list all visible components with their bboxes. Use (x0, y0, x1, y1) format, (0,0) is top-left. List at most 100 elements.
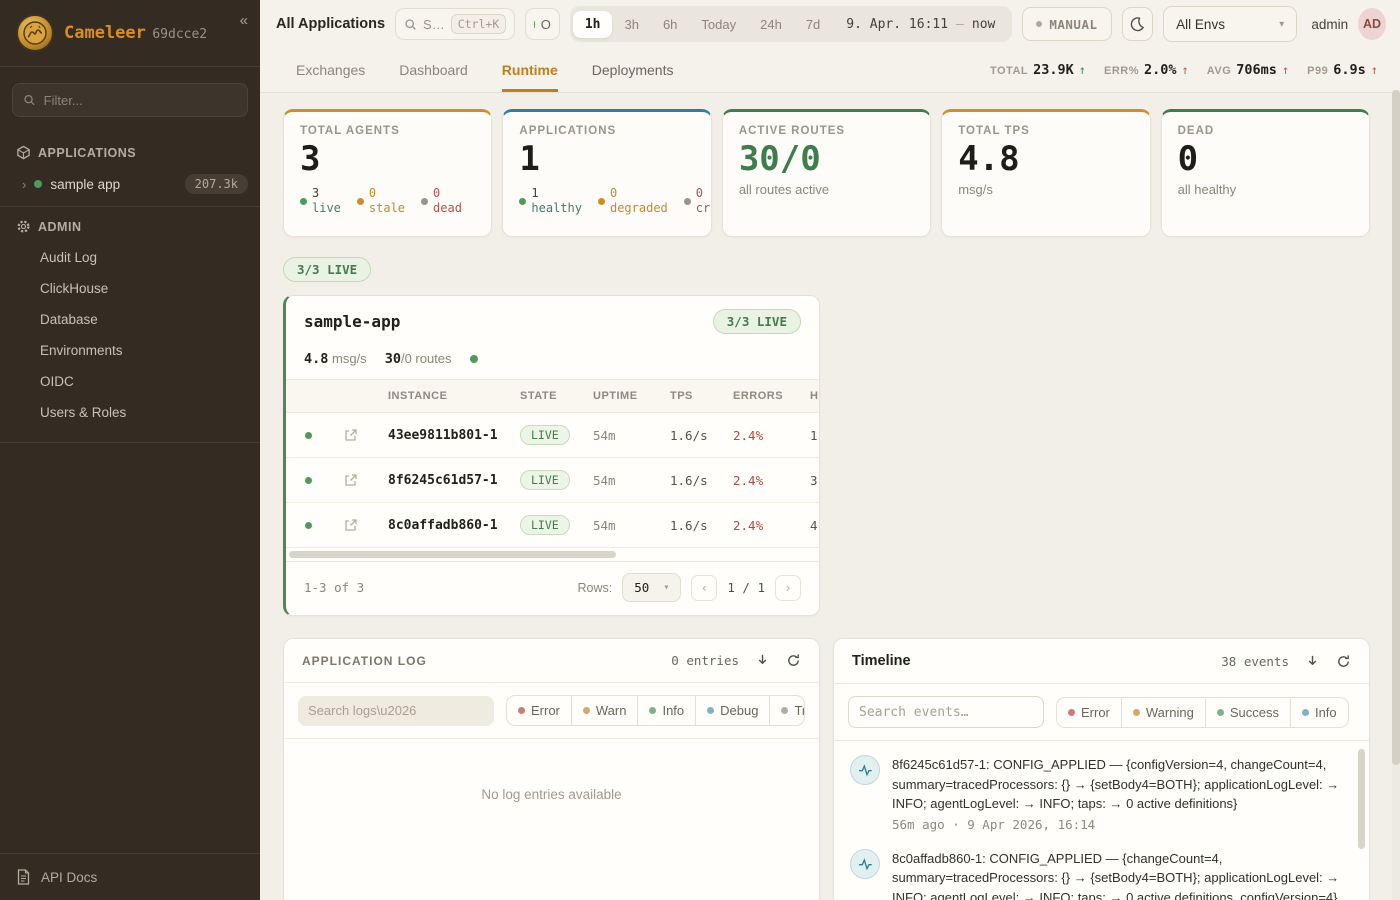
tab-dashboard[interactable]: Dashboard (399, 48, 468, 92)
timeline-toolbar: Error Warning Success Info (834, 684, 1369, 741)
external-link-icon[interactable] (344, 473, 358, 487)
tab-runtime[interactable]: Runtime (502, 48, 558, 92)
table-row[interactable]: 8f6245c61d57-1 LIVE 54m 1.6/s 2.4% 3 (286, 458, 819, 503)
filter-chip-warning[interactable]: Warning (1121, 698, 1205, 727)
prev-page-button[interactable]: ‹ (691, 575, 717, 601)
time-range-1h[interactable]: 1h (573, 11, 613, 38)
trend-up-icon: ↑ (1282, 63, 1289, 77)
col-extra: H (810, 390, 819, 402)
app-logo (16, 14, 54, 52)
tps-cell: 1.6/s (670, 428, 733, 443)
degraded-dot (598, 198, 605, 205)
instance-id[interactable]: 8f6245c61d57-1 (388, 473, 520, 488)
sidebar-filter-input[interactable] (44, 93, 237, 108)
filter-chip-trace[interactable]: Trace (769, 696, 805, 725)
timeline-panel: Timeline 38 events Error Warning Success… (833, 638, 1370, 900)
filter-chip-error[interactable]: Error (1057, 698, 1121, 727)
chevron-right-icon[interactable]: › (22, 177, 26, 192)
sidebar-item-environments[interactable]: Environments (0, 335, 260, 366)
tabbar: Exchanges Dashboard Runtime Deployments … (260, 48, 1400, 93)
uptime-cell: 54m (593, 473, 670, 488)
log-search-input[interactable] (298, 696, 494, 726)
sidebar-item-clickhouse[interactable]: ClickHouse (0, 273, 260, 304)
tabs: Exchanges Dashboard Runtime Deployments (296, 48, 673, 92)
log-level-filters: Error Warn Info Debug Trace (506, 695, 805, 726)
external-link-icon[interactable] (344, 428, 358, 442)
brand-title: Cameleer (64, 23, 146, 43)
tab-deployments[interactable]: Deployments (592, 48, 674, 92)
pulse-icon (850, 755, 880, 785)
col-state: STATE (520, 390, 593, 402)
filter-chip-success[interactable]: Success (1205, 698, 1290, 727)
horizontal-scrollbar-thumb[interactable] (289, 551, 616, 558)
next-page-button[interactable]: › (775, 575, 801, 601)
instance-id[interactable]: 43ee9811b801-1 (388, 428, 520, 443)
applications-section-label: APPLICATIONS (38, 146, 136, 160)
applications-section-header: APPLICATIONS (0, 133, 260, 168)
filter-chip-debug[interactable]: Debug (695, 696, 769, 725)
stat-total: TOTAL 23.9K ↑ (990, 62, 1086, 78)
sidebar-item-oidc[interactable]: OIDC (0, 366, 260, 397)
global-search-text: S… (423, 17, 445, 32)
page-scrollbar[interactable] (1392, 90, 1400, 900)
stale-dot (357, 198, 364, 205)
page-scrollbar-thumb[interactable] (1392, 90, 1400, 765)
time-range-6h[interactable]: 6h (651, 11, 689, 38)
sidebar-item-audit-log[interactable]: Audit Log (0, 242, 260, 273)
sidebar-filter[interactable] (12, 83, 248, 117)
timeline-scrollbar-thumb[interactable] (1358, 749, 1365, 849)
global-search[interactable]: S… Ctrl+K (395, 8, 515, 40)
stat-value: 706ms (1236, 62, 1277, 78)
refresh-icon[interactable] (1336, 654, 1351, 669)
state-badge: LIVE (520, 425, 570, 445)
app-routes-suffix: /0 routes (401, 351, 452, 366)
external-link-icon[interactable] (344, 518, 358, 532)
connection-status-pill[interactable]: O (525, 8, 560, 40)
horizontal-scrollbar[interactable] (289, 551, 816, 558)
timeline-event[interactable]: 8c0affadb860-1: CONFIG_APPLIED — {change… (850, 849, 1347, 900)
refresh-icon[interactable] (786, 653, 801, 668)
timeline-events-list: 8f6245c61d57-1: CONFIG_APPLIED — {config… (834, 741, 1369, 900)
rows-per-page-select[interactable]: 50 ▾ (622, 573, 681, 602)
time-range-7d[interactable]: 7d (794, 11, 832, 38)
table-footer: 1-3 of 3 Rows: 50 ▾ ‹ 1 / 1 › (286, 561, 819, 615)
date-range-display[interactable]: 9. Apr. 16:11 – now (832, 17, 1009, 32)
application-log-header: APPLICATION LOG 0 entries (284, 639, 819, 683)
info-dot (1302, 709, 1309, 716)
timeline-search-input[interactable] (848, 696, 1044, 728)
download-icon[interactable] (755, 653, 770, 668)
time-range-today[interactable]: Today (689, 11, 748, 38)
divider (0, 66, 260, 67)
sidebar-item-api-docs[interactable]: API Docs (0, 853, 260, 900)
filter-chip-info[interactable]: Info (637, 696, 695, 725)
tab-exchanges[interactable]: Exchanges (296, 48, 365, 92)
filter-chip-error[interactable]: Error (507, 696, 571, 725)
avatar[interactable]: AD (1358, 8, 1386, 40)
download-icon[interactable] (1305, 654, 1320, 669)
trend-up-icon: ↑ (1371, 63, 1378, 77)
table-row[interactable]: 43ee9811b801-1 LIVE 54m 1.6/s 2.4% 1 (286, 413, 819, 458)
dark-mode-toggle[interactable] (1122, 7, 1154, 41)
environment-select[interactable]: All Envs ▾ (1163, 6, 1297, 42)
sidebar-item-database[interactable]: Database (0, 304, 260, 335)
sidebar-collapse-icon[interactable]: « (240, 12, 248, 29)
topbar: All Applications S… Ctrl+K O 1h 3h 6h To… (260, 0, 1400, 48)
manual-refresh-button[interactable]: MANUAL (1022, 7, 1111, 41)
sidebar-spacer (0, 443, 260, 853)
time-range-3h[interactable]: 3h (612, 11, 650, 38)
sample-app-panel: sample-app 3/3 LIVE 4.8 msg/s 30/0 route… (283, 295, 820, 616)
filter-chip-warn[interactable]: Warn (571, 696, 638, 725)
instance-id[interactable]: 8c0affadb860-1 (388, 518, 520, 533)
time-range-24h[interactable]: 24h (748, 11, 794, 38)
search-shortcut-badge: Ctrl+K (451, 14, 507, 34)
moon-icon (1129, 16, 1145, 32)
page-title: All Applications (276, 16, 385, 32)
filter-chip-info[interactable]: Info (1290, 698, 1348, 727)
app-item-badge: 207.3k (185, 174, 248, 194)
table-row[interactable]: 8c0affadb860-1 LIVE 54m 1.6/s 2.4% 4 (286, 503, 819, 548)
sidebar-item-sample-app[interactable]: › sample app 207.3k (0, 168, 260, 206)
timeline-event[interactable]: 8f6245c61d57-1: CONFIG_APPLIED — {config… (850, 755, 1347, 832)
sidebar-item-users-roles[interactable]: Users & Roles (0, 397, 260, 428)
instance-status-dot (305, 432, 312, 439)
errors-cell: 2.4% (733, 428, 810, 443)
